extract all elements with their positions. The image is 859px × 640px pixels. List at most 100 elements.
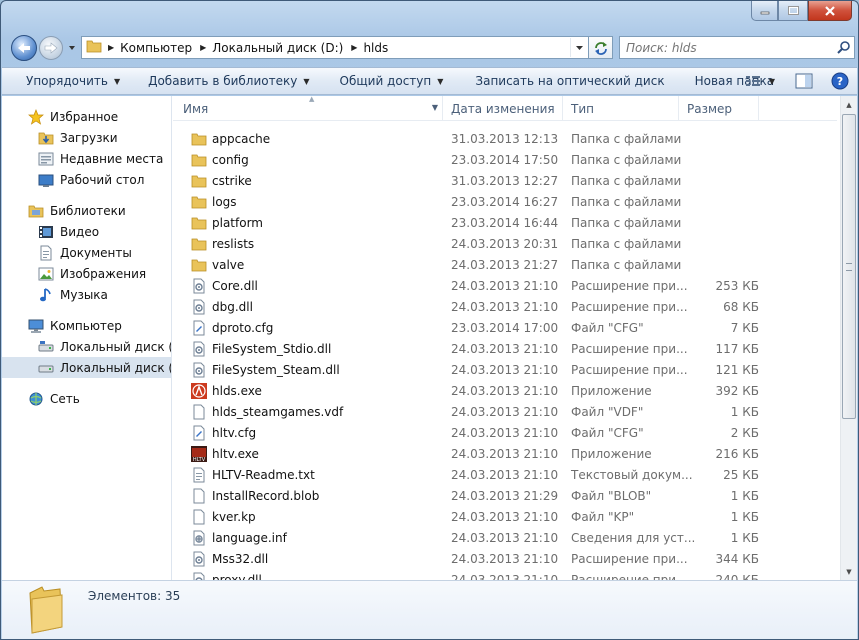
file-row[interactable]: platform 23.03.2014 16:44 Папка с файлами (173, 212, 837, 233)
file-row[interactable]: config 23.03.2014 17:50 Папка с файлами (173, 149, 837, 170)
breadcrumb-hlds[interactable]: ▶ hlds (351, 41, 388, 55)
folder-icon (86, 38, 102, 57)
chevron-down-icon: ▼ (303, 76, 310, 86)
file-row[interactable]: FileSystem_Stdio.dll 24.03.2013 21:10 Расш… (173, 338, 837, 359)
file-row[interactable]: hlds_steamgames.vdf 24.03.2013 21:10 Файл … (173, 401, 837, 422)
search-icon[interactable] (837, 40, 851, 57)
maximize-button[interactable] (778, 1, 808, 21)
nav-disk-d[interactable]: Локальный диск (D:) (2, 357, 171, 378)
refresh-button[interactable] (589, 36, 613, 59)
nav-libraries[interactable]: Библиотеки (2, 200, 171, 221)
forward-button[interactable] (39, 36, 63, 60)
column-header-name[interactable]: ▲ Имя ▼ (173, 96, 443, 121)
search-input[interactable] (620, 37, 832, 58)
file-row[interactable]: HLTV-Readme.txt 24.03.2013 21:10 Текстовый… (173, 464, 837, 485)
nav-video[interactable]: Видео (2, 221, 171, 242)
column-header-type[interactable]: Тип (563, 96, 679, 121)
file-row[interactable]: logs 23.03.2014 16:27 Папка с файлами (173, 191, 837, 212)
breadcrumb-computer[interactable]: ▶ Компьютер (108, 41, 192, 55)
maximize-icon (787, 6, 799, 15)
nav-downloads[interactable]: Загрузки (2, 127, 171, 148)
scroll-up-button[interactable]: ▲ (841, 96, 857, 113)
breadcrumb-disk-d[interactable]: ▶ Локальный диск (D:) (200, 41, 343, 55)
file-row[interactable]: InstallRecord.blob 24.03.2013 21:29 Файл "… (173, 485, 837, 506)
address-bar[interactable]: ▶ Компьютер ▶ Локальный диск (D:) ▶ hlds (81, 36, 589, 59)
file-row[interactable]: language.inf 24.03.2013 21:10 Сведения для… (173, 527, 837, 548)
minimize-button[interactable] (751, 1, 778, 21)
file-row[interactable]: cstrike 31.03.2013 12:27 Папка с файлами (173, 170, 837, 191)
nav-favorites[interactable]: Избранное (2, 106, 171, 127)
folder-icon (191, 152, 207, 168)
column-header-size[interactable]: Размер (679, 96, 759, 121)
add-to-library-menu[interactable]: Добавить в библиотеку ▼ (130, 68, 319, 94)
sort-ascending-icon: ▲ (309, 96, 315, 103)
file-date: 24.03.2013 21:10 (451, 383, 559, 398)
nav-recent-places[interactable]: Недавние места (2, 148, 171, 169)
nav-desktop[interactable]: Рабочий стол (2, 169, 171, 190)
refresh-icon (594, 41, 607, 55)
file-name: reslists (212, 236, 255, 251)
file-row[interactable]: dbg.dll 24.03.2013 21:10 Расширение при...… (173, 296, 837, 317)
file-row[interactable]: Mss32.dll 24.03.2013 21:10 Расширение при.… (173, 548, 837, 569)
file-row[interactable]: hlds.exe 24.03.2013 21:10 Приложение 392 КБ (173, 380, 837, 401)
file-type: Расширение при... (571, 299, 688, 314)
file-date: 24.03.2013 21:10 (451, 404, 559, 419)
file-date: 24.03.2013 21:10 (451, 446, 559, 461)
close-button[interactable] (808, 1, 852, 21)
nav-documents[interactable]: Документы (2, 242, 171, 263)
file-name-cell: Core.dll (173, 278, 443, 294)
scroll-down-button[interactable]: ▼ (841, 563, 857, 580)
file-name-cell: HLTV hltv.exe (173, 445, 443, 462)
file-row[interactable]: kver.kp 24.03.2013 21:10 Файл "KP" 1 КБ (173, 506, 837, 527)
file-row[interactable]: appcache 31.03.2013 12:13 Папка с файлами (173, 128, 837, 149)
file-name-cell: proxy.dll (173, 572, 443, 581)
file-type: Папка с файлами (571, 236, 682, 251)
file-row[interactable]: valve 24.03.2013 21:27 Папка с файлами (173, 254, 837, 275)
file-name-cell: InstallRecord.blob (173, 488, 443, 504)
file-row[interactable]: reslists 24.03.2013 20:31 Папка с файлами (173, 233, 837, 254)
file-date: 24.03.2013 21:10 (451, 509, 559, 524)
burn-button[interactable]: Записать на оптический диск (453, 68, 674, 94)
help-button[interactable]: ? (831, 72, 849, 90)
file-date: 24.03.2013 21:27 (451, 257, 559, 272)
file-type: Папка с файлами (571, 194, 682, 209)
file-size: 7 КБ (730, 320, 759, 335)
nav-network[interactable]: Сеть (2, 388, 171, 409)
help-icon: ? (831, 72, 849, 90)
recent-pages-dropdown[interactable] (67, 42, 77, 52)
dll-file-icon (191, 278, 207, 294)
preview-pane-button[interactable] (795, 73, 813, 89)
file-size: 1 КБ (730, 530, 759, 545)
chevron-down-icon[interactable]: ▼ (432, 103, 438, 112)
column-header-date[interactable]: Дата изменения (443, 96, 563, 121)
file-row[interactable]: FileSystem_Steam.dll 24.03.2013 21:10 Расш… (173, 359, 837, 380)
preview-pane-icon (795, 73, 813, 89)
nav-music[interactable]: Музыка (2, 284, 171, 305)
nav-computer[interactable]: Компьютер (2, 315, 171, 336)
file-type: Папка с файлами (571, 131, 682, 146)
change-view-button[interactable]: ▼ (745, 74, 775, 88)
share-menu[interactable]: Общий доступ ▼ (320, 68, 454, 94)
vertical-scrollbar[interactable]: ▲ ▼ (840, 96, 857, 580)
file-row[interactable]: dproto.cfg 23.03.2014 17:00 Файл "CFG" 7 КБ (173, 317, 837, 338)
file-name-cell: dbg.dll (173, 299, 443, 315)
details-pane: Элементов: 35 (2, 580, 857, 639)
organize-menu[interactable]: Упорядочить ▼ (2, 68, 130, 94)
nav-disk-c[interactable]: Локальный диск (C:) (2, 336, 171, 357)
back-button[interactable] (11, 35, 37, 61)
file-row[interactable]: HLTV hltv.exe 24.03.2013 21:10 Приложение 21… (173, 443, 837, 464)
nav-pictures[interactable]: Изображения (2, 263, 171, 284)
file-name: proxy.dll (212, 572, 262, 581)
downloads-icon (38, 130, 54, 146)
file-row[interactable]: hltv.cfg 24.03.2013 21:10 Файл "CFG" 2 КБ (173, 422, 837, 443)
address-dropdown-button[interactable] (570, 38, 587, 57)
scroll-thumb[interactable] (842, 114, 856, 419)
file-date: 24.03.2013 21:10 (451, 299, 559, 314)
file-type: Папка с файлами (571, 215, 682, 230)
folder-icon (191, 215, 207, 231)
file-row[interactable]: proxy.dll 24.03.2013 21:10 Расширение при.… (173, 569, 837, 580)
file-row[interactable]: Core.dll 24.03.2013 21:10 Расширение при..… (173, 275, 837, 296)
search-box[interactable] (619, 36, 855, 59)
file-size: 1 КБ (730, 404, 759, 419)
file-name: kver.kp (212, 509, 256, 524)
